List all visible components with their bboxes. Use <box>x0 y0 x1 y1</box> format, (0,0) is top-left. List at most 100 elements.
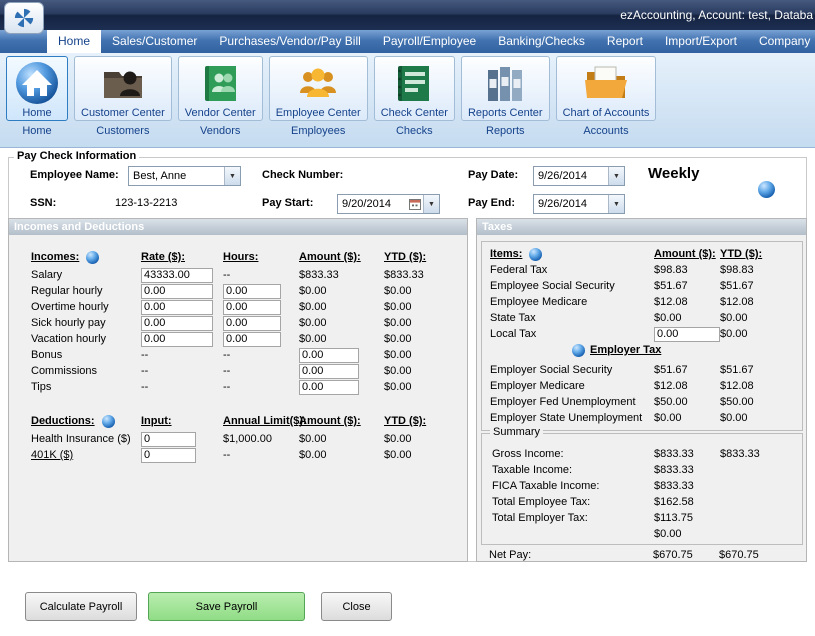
toolbar-sublabel-vendors: Vendors <box>200 125 240 137</box>
tax-amount: $51.67 <box>654 364 720 376</box>
toolbar-item-home: Home Home <box>6 56 68 137</box>
chart-of-accounts-button[interactable]: Chart of Accounts <box>556 56 657 121</box>
sick-hourly-hours-input[interactable] <box>223 316 281 331</box>
summary-amount: $113.75 <box>654 512 720 524</box>
taxes-help-globe-icon[interactable] <box>529 248 542 261</box>
deduction-col-limit: Annual Limit($): <box>223 415 299 427</box>
tab-purchases-vendor-pay-bill[interactable]: Purchases/Vendor/Pay Bill <box>208 30 371 53</box>
chevron-down-icon[interactable]: ▼ <box>608 167 624 185</box>
income-label: Sick hourly pay <box>9 317 141 329</box>
chevron-down-icon[interactable]: ▼ <box>224 167 240 185</box>
summary-row-fica-taxable-income: FICA Taxable Income: $833.33 <box>482 478 802 494</box>
tab-home[interactable]: Home <box>47 30 101 53</box>
taxes-panel: Taxes Items: Amount ($): YTD ($): Federa… <box>476 218 807 562</box>
toolbar-sublabel-reports: Reports <box>486 125 525 137</box>
vacation-hourly-rate-input[interactable] <box>141 332 213 347</box>
summary-box: Summary Gross Income: $833.33 $833.33 Ta… <box>481 433 803 545</box>
toolbar: Home Home Customer Center Customers Vend… <box>0 53 815 148</box>
tax-row-local: Local Tax $0.00 <box>482 326 802 342</box>
deduction-label-401k-link[interactable]: 401K ($) <box>31 449 73 461</box>
pay-end-select[interactable]: 9/26/2014 ▼ <box>533 194 625 214</box>
paycheck-help-globe-icon[interactable] <box>758 181 775 198</box>
income-row-salary: Salary -- $833.33 $833.33 <box>9 267 467 283</box>
overtime-hourly-hours-input[interactable] <box>223 300 281 315</box>
regular-hourly-hours-input[interactable] <box>223 284 281 299</box>
incomes-help-globe-icon[interactable] <box>86 251 99 264</box>
save-payroll-button[interactable]: Save Payroll <box>148 592 305 621</box>
reports-center-button[interactable]: Reports Center <box>461 56 550 121</box>
local-tax-input[interactable] <box>654 327 720 342</box>
tax-row-employer-social-security: Employer Social Security $51.67 $51.67 <box>482 362 802 378</box>
pay-start-label: Pay Start: <box>262 197 313 209</box>
health-insurance-input[interactable] <box>141 432 196 447</box>
summary-row-gross-income: Gross Income: $833.33 $833.33 <box>482 446 802 462</box>
income-label: Overtime hourly <box>9 301 141 313</box>
401k-input[interactable] <box>141 448 196 463</box>
commissions-amount-input[interactable] <box>299 364 359 379</box>
check-center-button[interactable]: Check Center <box>374 56 455 121</box>
pay-frequency-label: Weekly <box>648 165 699 182</box>
overtime-hourly-rate-input[interactable] <box>141 300 213 315</box>
tab-payroll-employee[interactable]: Payroll/Employee <box>372 30 487 53</box>
income-col-rate: Rate ($): <box>141 251 223 263</box>
deduction-amount: $0.00 <box>299 433 384 445</box>
income-rate: -- <box>141 365 223 377</box>
reports-center-icon <box>481 59 529 107</box>
pay-date-label: Pay Date: <box>468 169 518 181</box>
regular-hourly-rate-input[interactable] <box>141 284 213 299</box>
app-logo-icon[interactable] <box>4 2 44 34</box>
employee-center-button[interactable]: Employee Center <box>269 56 368 121</box>
customer-center-button[interactable]: Customer Center <box>74 56 172 121</box>
check-number-input[interactable] <box>352 166 452 186</box>
bonus-amount-input[interactable] <box>299 348 359 363</box>
tab-sales-customer[interactable]: Sales/Customer <box>101 30 208 53</box>
toolbar-item-employee-center: Employee Center Employees <box>269 56 368 137</box>
pay-start-date-picker[interactable]: 9/20/2014 ▼ <box>337 194 440 214</box>
vacation-hourly-hours-input[interactable] <box>223 332 281 347</box>
tab-banking-checks[interactable]: Banking/Checks <box>487 30 596 53</box>
income-col-ytd: YTD ($): <box>384 251 467 263</box>
tab-company[interactable]: Company <box>748 30 815 53</box>
employee-name-select[interactable]: Best, Anne ▼ <box>128 166 241 186</box>
income-label: Tips <box>9 381 141 393</box>
home-button[interactable]: Home <box>6 56 68 121</box>
employer-tax-title: Employer Tax <box>590 344 661 356</box>
summary-row-taxable-income: Taxable Income: $833.33 <box>482 462 802 478</box>
employee-name-value: Best, Anne <box>133 170 224 182</box>
tab-report[interactable]: Report <box>596 30 654 53</box>
deduction-row-401k: 401K ($) -- $0.00 $0.00 <box>9 447 467 463</box>
chevron-down-icon[interactable]: ▼ <box>608 195 624 213</box>
calculate-payroll-button[interactable]: Calculate Payroll <box>25 592 137 621</box>
taxes-panel-header: Taxes <box>477 219 806 235</box>
income-amount: $0.00 <box>299 333 384 345</box>
pay-date-select[interactable]: 9/26/2014 ▼ <box>533 166 625 186</box>
close-button[interactable]: Close <box>321 592 392 621</box>
salary-rate-input[interactable] <box>141 268 213 283</box>
customer-center-icon <box>99 59 147 107</box>
vendor-center-icon <box>196 59 244 107</box>
vendor-center-button[interactable]: Vendor Center <box>178 56 263 121</box>
net-pay-ytd: $670.75 <box>719 549 806 561</box>
check-center-button-label: Check Center <box>381 107 448 119</box>
window-title: ezAccounting, Account: test, Databa <box>620 0 813 30</box>
net-pay-row: Net Pay: $670.75 $670.75 <box>477 547 806 563</box>
employer-tax-help-globe-icon[interactable] <box>572 344 585 357</box>
employee-center-button-label: Employee Center <box>276 107 361 119</box>
income-amount: $0.00 <box>299 285 384 297</box>
tips-amount-input[interactable] <box>299 380 359 395</box>
summary-amount: $833.33 <box>654 448 720 460</box>
income-hours: -- <box>223 349 299 361</box>
income-ytd: $0.00 <box>384 317 467 329</box>
tab-import-export[interactable]: Import/Export <box>654 30 748 53</box>
income-ytd: $0.00 <box>384 349 467 361</box>
sick-hourly-rate-input[interactable] <box>141 316 213 331</box>
toolbar-sublabel-checks: Checks <box>396 125 433 137</box>
income-rate: -- <box>141 349 223 361</box>
employer-tax-header: Employer Tax <box>572 342 661 358</box>
chevron-down-icon[interactable]: ▼ <box>423 195 439 213</box>
tax-label: Employer Medicare <box>482 380 654 392</box>
income-row-commissions: Commissions -- -- $0.00 <box>9 363 467 379</box>
income-ytd: $833.33 <box>384 269 467 281</box>
deductions-help-globe-icon[interactable] <box>102 415 115 428</box>
income-row-regular-hourly: Regular hourly $0.00 $0.00 <box>9 283 467 299</box>
